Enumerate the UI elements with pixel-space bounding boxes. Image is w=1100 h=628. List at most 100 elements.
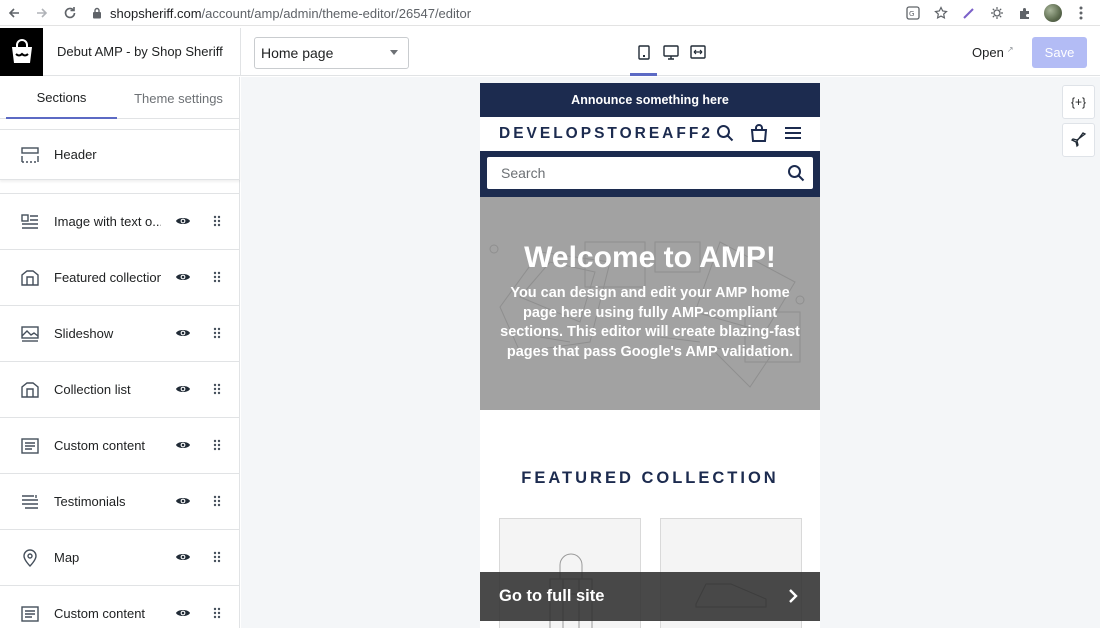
- sidebar-item-label: Testimonials: [54, 494, 126, 509]
- eye-icon[interactable]: [175, 493, 191, 509]
- header-layout-icon: [20, 145, 40, 165]
- svg-text:G: G: [909, 10, 914, 18]
- browser-toolbar: shopsheriff.com/account/amp/admin/theme-…: [0, 0, 1100, 26]
- map-pin-icon: [20, 548, 40, 568]
- eye-icon[interactable]: [175, 269, 191, 285]
- drag-handle-icon[interactable]: [212, 214, 222, 228]
- preview-canvas: Announce something here DEVELOPSTOREAFF2…: [241, 77, 1100, 628]
- image-text-icon: [20, 212, 40, 232]
- translate-icon[interactable]: G: [902, 0, 924, 26]
- eye-icon[interactable]: [175, 437, 191, 453]
- browser-menu-icon[interactable]: [1070, 0, 1092, 26]
- profile-avatar[interactable]: [1042, 0, 1064, 26]
- external-link-icon: ↗: [1006, 45, 1014, 54]
- liquid-code-button[interactable]: {+}: [1062, 85, 1095, 119]
- store-header: DEVELOPSTOREAFF2: [480, 117, 820, 151]
- airplane-icon: [1070, 132, 1086, 148]
- custom-content-icon: [20, 436, 40, 456]
- search-icon[interactable]: [716, 124, 734, 142]
- editor-header: Debut AMP - by Shop Sheriff Home page Op…: [0, 28, 1100, 76]
- forward-icon[interactable]: [28, 0, 56, 26]
- collection-icon: [20, 380, 40, 400]
- announcement-bar[interactable]: Announce something here: [480, 83, 820, 117]
- pen-extension-icon[interactable]: [958, 0, 980, 26]
- drag-handle-icon[interactable]: [212, 550, 222, 564]
- open-label: Open: [972, 45, 1004, 60]
- reload-icon[interactable]: [56, 0, 84, 26]
- full-site-label: Go to full site: [499, 587, 605, 605]
- settings-extension-icon[interactable]: [986, 0, 1008, 26]
- desktop-view-button[interactable]: [657, 28, 684, 76]
- store-name[interactable]: DEVELOPSTOREAFF2: [499, 125, 713, 143]
- sidebar-item-label: Collection list: [54, 382, 131, 397]
- device-toggle: [630, 28, 711, 76]
- back-icon[interactable]: [0, 0, 28, 26]
- theme-name: Debut AMP - by Shop Sheriff: [57, 44, 223, 59]
- eye-icon[interactable]: [175, 381, 191, 397]
- sidebar-item-testimonials[interactable]: Testimonials: [0, 473, 240, 529]
- drag-handle-icon[interactable]: [212, 382, 222, 396]
- sidebar-item-custom-content-2[interactable]: Custom content: [0, 585, 240, 628]
- fullwidth-view-button[interactable]: [684, 28, 711, 76]
- drag-handle-icon[interactable]: [212, 438, 222, 452]
- shop-sheriff-logo[interactable]: [0, 28, 43, 76]
- hero-title: Welcome to AMP!: [524, 241, 776, 274]
- page-selector[interactable]: Home page: [254, 37, 409, 69]
- sidebar-item-label: Header: [54, 147, 97, 162]
- sidebar-item-collection-list[interactable]: Collection list: [0, 361, 240, 417]
- liquid-code-icon: {+}: [1070, 95, 1087, 109]
- hamburger-menu-icon[interactable]: [784, 124, 802, 142]
- sidebar-item-label: Image with text o...: [54, 214, 161, 229]
- tab-sections[interactable]: Sections: [6, 77, 117, 119]
- search-band: Search: [480, 151, 820, 197]
- header-divider: [240, 28, 241, 76]
- chevron-down-icon: [390, 50, 398, 55]
- sidebar-item-image-with-text[interactable]: Image with text o...: [0, 193, 240, 249]
- eye-icon[interactable]: [175, 325, 191, 341]
- drag-handle-icon[interactable]: [212, 606, 222, 620]
- cart-bag-icon[interactable]: [750, 124, 768, 142]
- sidebar-item-slideshow[interactable]: Slideshow: [0, 305, 240, 361]
- sidebar-item-label: Featured collection: [54, 270, 161, 285]
- search-placeholder: Search: [501, 165, 546, 181]
- eye-icon[interactable]: [175, 549, 191, 565]
- desktop-icon: [662, 44, 679, 60]
- slideshow-icon: [20, 324, 40, 344]
- hero-text: You can design and edit your AMP home pa…: [500, 285, 800, 360]
- drag-handle-icon[interactable]: [212, 326, 222, 340]
- sidebar-item-map[interactable]: Map: [0, 529, 240, 585]
- eye-icon[interactable]: [175, 605, 191, 621]
- puzzle-extensions-icon[interactable]: [1014, 0, 1036, 26]
- address-bar[interactable]: shopsheriff.com/account/amp/admin/theme-…: [92, 2, 892, 24]
- open-link[interactable]: Open ↗: [972, 45, 1014, 60]
- sidebar-item-header[interactable]: Header: [0, 129, 240, 180]
- store-search-input[interactable]: Search: [487, 157, 813, 189]
- bookmark-star-icon[interactable]: [930, 0, 952, 26]
- sidebar-tabs: Sections Theme settings: [0, 77, 240, 119]
- save-button[interactable]: Save: [1032, 37, 1087, 68]
- sidebar-item-custom-content[interactable]: Custom content: [0, 417, 240, 473]
- tab-theme-settings[interactable]: Theme settings: [117, 77, 240, 119]
- hero-banner[interactable]: Welcome to AMP! You can design and edit …: [480, 197, 820, 410]
- section-list: Image with text o... Featured collection…: [0, 193, 240, 628]
- mobile-view-button[interactable]: [630, 28, 657, 76]
- search-icon[interactable]: [787, 164, 805, 182]
- go-to-full-site-bar[interactable]: Go to full site: [480, 572, 820, 621]
- page-selector-value: Home page: [261, 45, 334, 61]
- sidebar-item-label: Custom content: [54, 606, 146, 621]
- sidebar-item-featured-collection[interactable]: Featured collection: [0, 249, 240, 305]
- chevron-right-icon: [789, 589, 798, 603]
- sidebar-item-label: Custom content: [54, 438, 146, 453]
- fullwidth-icon: [689, 45, 706, 59]
- custom-content-icon: [20, 604, 40, 624]
- drag-handle-icon[interactable]: [212, 494, 222, 508]
- url-host: shopsheriff.com: [110, 5, 202, 21]
- url-path: /account/amp/admin/theme-editor/26547/ed…: [201, 5, 472, 21]
- mobile-preview: Announce something here DEVELOPSTOREAFF2…: [480, 83, 820, 628]
- launch-button[interactable]: [1062, 123, 1095, 157]
- drag-handle-icon[interactable]: [212, 270, 222, 284]
- sidebar-item-label: Slideshow: [54, 326, 114, 341]
- mobile-icon: [637, 44, 650, 60]
- eye-icon[interactable]: [175, 213, 191, 229]
- testimonials-icon: [20, 492, 40, 512]
